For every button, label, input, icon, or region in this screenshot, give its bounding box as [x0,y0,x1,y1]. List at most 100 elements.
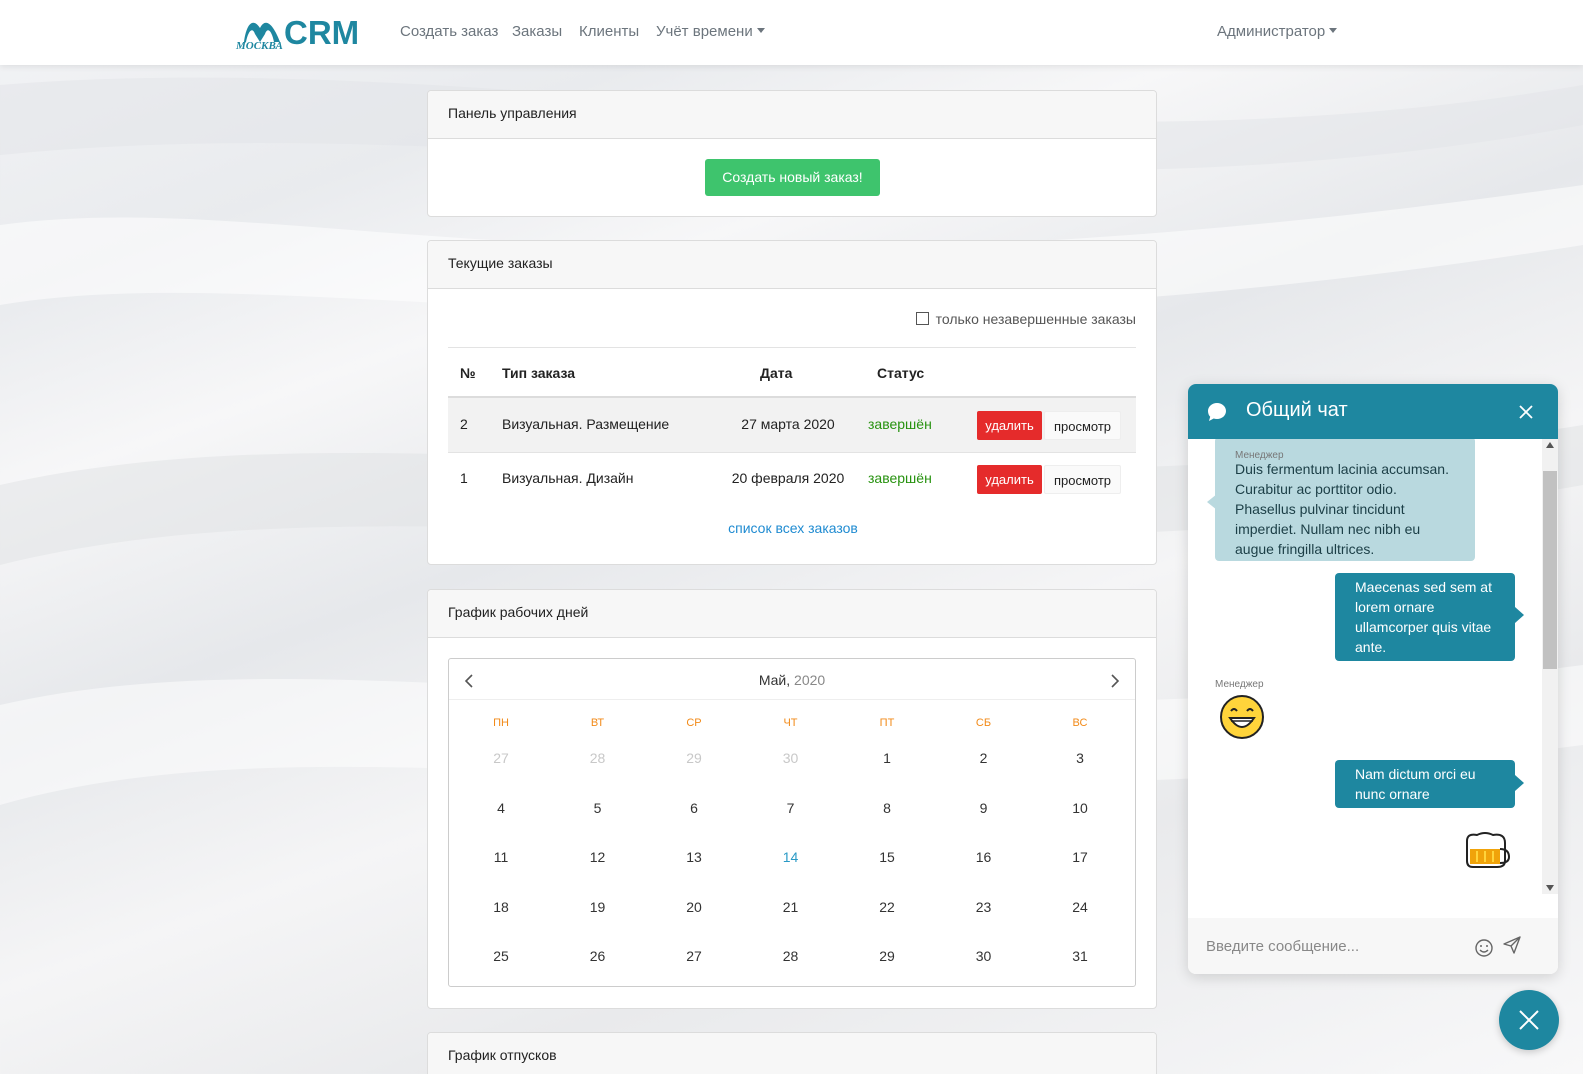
calendar-day[interactable]: 5 [568,800,628,816]
calendar-day[interactable]: 26 [568,948,628,964]
calendar-day[interactable]: 12 [568,849,628,865]
chat-title: Общий чат [1246,399,1348,421]
calendar-day[interactable]: 9 [954,800,1014,816]
control-panel-title: Панель управления [428,91,1156,139]
order-date: 27 марта 2020 [741,416,835,432]
message-line: imperdiet. Nullam nec nibh eu [1235,521,1421,537]
chat-scrollbar-thumb[interactable] [1543,471,1557,669]
calendar-day[interactable]: 14 [761,849,821,865]
scroll-down-icon[interactable] [1546,885,1554,891]
unfinished-filter-label: только незавершенные заказы [935,311,1136,327]
calendar-day[interactable]: 27 [664,948,724,964]
scroll-up-icon[interactable] [1546,442,1554,448]
logo-text: CRM [284,14,360,51]
current-orders-card: Текущие заказы только незавершенные зака… [427,240,1157,565]
bubble-tail [1515,607,1524,623]
calendar-day[interactable]: 30 [761,750,821,766]
order-status: завершён [868,470,932,486]
all-orders-link[interactable]: список всех заказов [428,520,1158,536]
order-type: Визуальная. Размещение [502,416,670,432]
top-navbar: МОСКВА CRM Создать заказ Заказы Клиенты … [0,0,1583,65]
calendar-day[interactable]: 8 [857,800,917,816]
calendar-day[interactable]: 3 [1050,750,1110,766]
weekday-label: ПТ [879,717,895,729]
nav-clients[interactable]: Клиенты [579,23,639,40]
col-number: № [460,365,476,381]
table-header-row: № Тип заказа Дата Статус [448,347,1136,397]
close-icon[interactable] [1518,404,1534,420]
chat-scrollbar[interactable] [1542,439,1558,894]
message-line: Maecenas sed sem at [1355,579,1492,595]
order-type: Визуальная. Дизайн [502,470,634,486]
chat-toggle-button[interactable] [1499,990,1559,1050]
user-menu[interactable]: Администратор [1217,23,1338,40]
calendar-day[interactable]: 28 [568,750,628,766]
calendar-day[interactable]: 31 [1050,948,1110,964]
message-line: Curabitur ac porttitor odio. [1235,481,1397,497]
close-icon [1519,1010,1539,1030]
col-date: Дата [760,365,793,381]
message-line: Nam dictum orci eu [1355,766,1476,782]
chevron-right-icon[interactable] [1105,671,1125,691]
weekday-label: ВС [1072,717,1088,729]
message-line: ante. [1355,639,1387,655]
calendar-day[interactable]: 28 [761,948,821,964]
calendar-day[interactable]: 15 [857,849,917,865]
nav-orders[interactable]: Заказы [512,23,562,40]
vacations-title: График отпусков [428,1033,1156,1074]
nav-create-order[interactable]: Создать заказ [400,23,498,40]
delete-order-button[interactable]: удалить [977,465,1042,494]
calendar-day[interactable]: 29 [664,750,724,766]
unfinished-filter[interactable]: только незавершенные заказы [915,311,1136,327]
message-line: Phasellus pulvinar tincidunt [1235,501,1405,517]
calendar-day[interactable]: 7 [761,800,821,816]
calendar-day[interactable]: 20 [664,899,724,915]
calendar-day[interactable]: 30 [954,948,1014,964]
chat-message-outgoing: Maecenas sed sem at lorem ornare ullamco… [1335,573,1515,661]
calendar-day[interactable]: 25 [471,948,531,964]
calendar-day[interactable]: 13 [664,849,724,865]
calendar-day[interactable]: 1 [857,750,917,766]
calendar-day[interactable]: 11 [471,849,531,865]
bubble-tail [1207,494,1217,510]
col-status: Статус [877,365,925,381]
calendar-day[interactable]: 18 [471,899,531,915]
message-sender: Менеджер [1215,679,1264,690]
calendar-day[interactable]: 21 [761,899,821,915]
nav-time-tracking[interactable]: Учёт времени [656,23,765,40]
chat-message-input[interactable] [1206,932,1466,960]
weekday-label: ВТ [590,717,605,729]
col-type: Тип заказа [502,365,576,381]
calendar-day[interactable]: 22 [857,899,917,915]
calendar-day[interactable]: 6 [664,800,724,816]
delete-order-button[interactable]: удалить [977,411,1042,440]
calendar-day[interactable]: 23 [954,899,1014,915]
chat-messages: Менеджер Duis fermentum lacinia accumsan… [1188,439,1558,904]
chat-input-bar [1188,918,1558,974]
view-order-button[interactable]: просмотр [1044,411,1121,440]
chevron-down-icon [756,28,765,33]
current-orders-title: Текущие заказы [428,241,1156,289]
calendar-day[interactable]: 27 [471,750,531,766]
unfinished-checkbox[interactable] [915,312,929,325]
weekday-label: СБ [975,717,992,729]
grinning-emoji-icon [1220,695,1264,739]
calendar-day[interactable]: 16 [954,849,1014,865]
calendar-day[interactable]: 29 [857,948,917,964]
calendar-day[interactable]: 19 [568,899,628,915]
calendar-day[interactable]: 17 [1050,849,1110,865]
workdays-card: График рабочих дней Май, 2020 ПН ВТ СР ЧТ ПТ… [427,589,1157,1009]
calendar-day[interactable]: 24 [1050,899,1110,915]
crm-logo[interactable]: МОСКВА CRM [236,12,372,54]
smile-icon[interactable] [1474,938,1494,958]
bubble-tail [1515,775,1524,791]
message-line: Duis fermentum lacinia accumsan. [1235,461,1449,477]
chat-bubble-icon [1208,403,1226,421]
message-text: Maecenas sed sem at lorem ornare ullamco… [1355,577,1511,657]
create-order-button[interactable]: Создать новый заказ! [705,159,880,196]
calendar-day[interactable]: 10 [1050,800,1110,816]
send-icon[interactable] [1502,935,1522,955]
view-order-button[interactable]: просмотр [1044,465,1121,494]
calendar-day[interactable]: 4 [471,800,531,816]
calendar-day[interactable]: 2 [954,750,1014,766]
